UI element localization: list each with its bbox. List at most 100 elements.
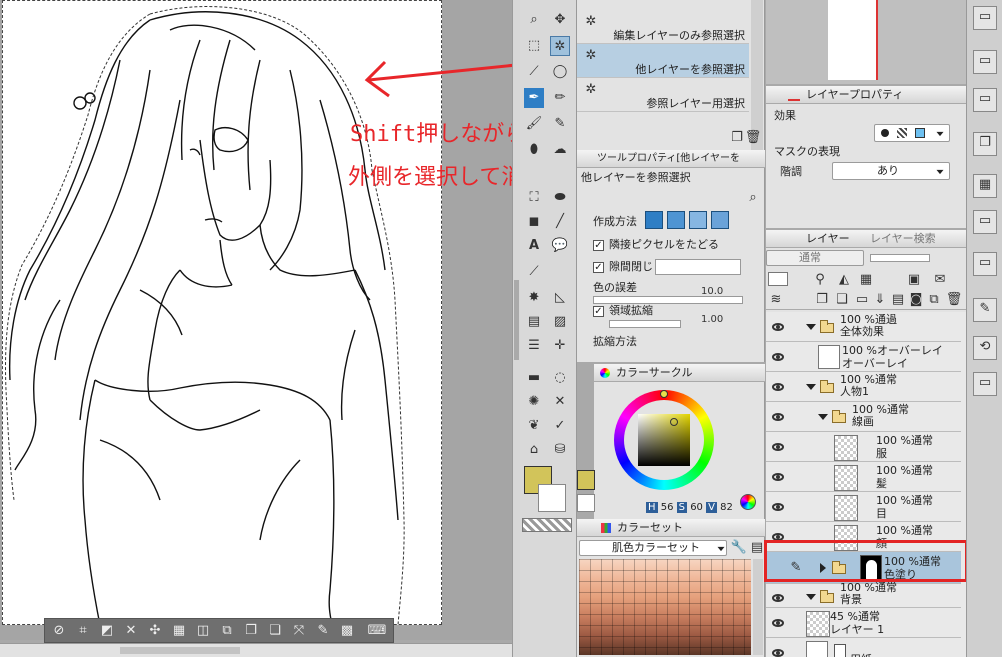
apply-mask-icon[interactable]: ⧉ <box>924 290 944 310</box>
text-tool-icon[interactable]: A <box>524 236 544 256</box>
reference-icon[interactable]: ▦ <box>856 270 876 290</box>
method-new-icon[interactable] <box>645 211 663 229</box>
dock-folder-icon-5[interactable]: ▭ <box>973 252 997 276</box>
transparent-color-chip[interactable] <box>522 518 572 532</box>
figure-tool-icon[interactable]: ╱ <box>550 212 570 232</box>
dock-history-icon[interactable]: ⟲ <box>973 336 997 360</box>
bucket-icon[interactable]: ⛁ <box>550 440 570 460</box>
perspective-icon[interactable]: ◺ <box>550 288 570 308</box>
effect-selector[interactable] <box>874 124 950 142</box>
color-circle-title[interactable]: カラーサークル <box>616 367 692 379</box>
horizontal-scrollbar[interactable] <box>0 643 512 657</box>
sub-tool-item-0[interactable]: ✲ 編集レイヤーのみ参照選択 <box>577 10 749 44</box>
circle-main-chip[interactable] <box>577 470 595 490</box>
spray-icon[interactable]: ✺ <box>524 392 544 412</box>
blend-tool-icon[interactable]: ☁ <box>550 140 570 160</box>
visibility-eye-icon[interactable] <box>772 649 784 657</box>
expand-selection-icon[interactable]: ✕ <box>121 621 141 641</box>
dock-layer-icon[interactable]: ❐ <box>973 132 997 156</box>
cross-icon[interactable]: ✕ <box>550 392 570 412</box>
visibility-eye-icon[interactable] <box>772 503 784 511</box>
dock-folder-icon-1[interactable]: ▭ <box>973 6 997 30</box>
clear-icon[interactable]: ▦ <box>169 621 189 641</box>
move-tool-icon[interactable]: ✥ <box>550 10 570 30</box>
tab-layer-search[interactable]: レイヤー検索 <box>870 233 936 245</box>
method-buttons[interactable] <box>645 210 741 230</box>
gap-checkbox[interactable]: ✓ <box>593 262 604 273</box>
visibility-eye-icon[interactable] <box>772 594 784 602</box>
tone-select[interactable]: あり <box>832 162 950 180</box>
layer-move-icon[interactable]: ▬ <box>524 368 544 388</box>
layer-row[interactable]: 100 %通常 目 <box>766 492 961 522</box>
magnify-icon[interactable]: ⌕ <box>743 188 763 208</box>
sub-tool-item-2[interactable]: ✲ 参照レイヤー用選択 <box>577 78 749 112</box>
layer-row[interactable]: 45 %通常 レイヤー 1 <box>766 608 961 638</box>
layer-row[interactable]: 100 %通常 背景 <box>766 582 961 608</box>
folder-expand-icon[interactable] <box>818 414 828 420</box>
layer-row[interactable]: 100 %通過 全体効果 <box>766 312 961 342</box>
visibility-eye-icon[interactable] <box>772 413 784 421</box>
transfer-down-icon[interactable]: ⇓ <box>870 290 890 310</box>
adjacent-checkbox[interactable]: ✓ <box>593 240 604 251</box>
delete-layer-icon[interactable]: 🗑 <box>944 290 964 310</box>
pencil-tool-icon[interactable]: ✏ <box>550 88 570 108</box>
deselect-icon[interactable]: ⊘ <box>49 621 69 641</box>
new-folder-icon[interactable]: ▭ <box>852 290 872 310</box>
folder-expand-icon[interactable] <box>806 324 816 330</box>
layer-row[interactable]: 100 %通常 線画 <box>766 402 961 432</box>
stripes-icon[interactable]: ☰ <box>524 336 544 356</box>
ruler-icon[interactable]: ✸ <box>524 288 544 308</box>
opacity-slider[interactable] <box>870 254 930 262</box>
visibility-eye-icon[interactable] <box>772 383 784 391</box>
lock-icon[interactable]: ⚲ <box>810 270 830 290</box>
hue-marker[interactable] <box>660 390 668 398</box>
house-icon[interactable]: ⌂ <box>524 440 544 460</box>
method-add-icon[interactable] <box>667 211 685 229</box>
method-subtract-icon[interactable] <box>689 211 707 229</box>
color-set-select[interactable]: 肌色カラーセット <box>579 540 727 556</box>
mesh-icon[interactable]: ▨ <box>550 312 570 332</box>
mask-add-icon[interactable]: ◙ <box>906 290 926 310</box>
draft-icon[interactable]: ✉ <box>930 270 950 290</box>
invert-selection-icon[interactable]: ◩ <box>97 621 117 641</box>
fill-icon[interactable]: ◫ <box>193 621 213 641</box>
gradient-fill-icon[interactable]: ◼ <box>524 212 544 232</box>
color-swatch-grid[interactable] <box>579 559 751 655</box>
folder-expand-icon[interactable] <box>806 594 816 600</box>
new-vector-layer-icon[interactable]: ❑ <box>832 290 852 310</box>
dock-folder-icon-6[interactable]: ▭ <box>973 372 997 396</box>
new-layer-from-selection-icon[interactable]: ⧉ <box>217 621 237 641</box>
layer-row[interactable]: 100 %通常 服 <box>766 432 961 462</box>
copy-icon[interactable]: ❐ <box>241 621 261 641</box>
dock-folder-icon-3[interactable]: ▭ <box>973 88 997 112</box>
dock-folder-icon-4[interactable]: ▭ <box>973 210 997 234</box>
tab-layer[interactable]: レイヤー <box>806 233 850 245</box>
vertical-scrollbar[interactable] <box>512 0 520 657</box>
select-rect-icon[interactable]: ⬚ <box>524 36 544 56</box>
swatch-scroll[interactable] <box>753 559 763 655</box>
sub-tool-item-1[interactable]: ✲ 他レイヤーを参照選択 <box>577 44 749 78</box>
brush-tool-icon[interactable]: 🖌 <box>524 114 544 134</box>
delete-sub-tool-icon[interactable]: 🗑 <box>743 128 763 148</box>
balloon-tool-icon[interactable]: 💬 <box>550 236 570 256</box>
lasso-icon[interactable]: ◯ <box>550 62 570 82</box>
expand-slider[interactable] <box>609 320 681 328</box>
layer-color-chip[interactable] <box>768 272 788 286</box>
crop-icon[interactable]: ⌗ <box>73 621 93 641</box>
combine-icon[interactable]: ▤ <box>888 290 908 310</box>
paste-icon[interactable]: ❏ <box>265 621 285 641</box>
fill-tool-icon[interactable]: ⛶ <box>524 188 544 208</box>
eraser-icon[interactable]: ⬮ <box>524 140 544 160</box>
method-intersect-icon[interactable] <box>711 211 729 229</box>
gradient-icon[interactable]: ⬬ <box>550 188 570 208</box>
layer-stack-icon[interactable]: ≋ <box>766 290 786 310</box>
dock-edit-icon[interactable]: ✎ <box>973 298 997 322</box>
dock-folder-icon-2[interactable]: ▭ <box>973 50 997 74</box>
operation-icon[interactable]: ◌ <box>550 368 570 388</box>
blend-mode-select[interactable]: 通常 <box>766 250 864 266</box>
color-mode-button[interactable] <box>740 494 756 510</box>
tone-icon[interactable]: ▩ <box>337 621 357 641</box>
visibility-eye-icon[interactable] <box>772 323 784 331</box>
dock-grid-icon[interactable]: ▦ <box>973 174 997 198</box>
sub-color-chip[interactable] <box>538 484 566 512</box>
